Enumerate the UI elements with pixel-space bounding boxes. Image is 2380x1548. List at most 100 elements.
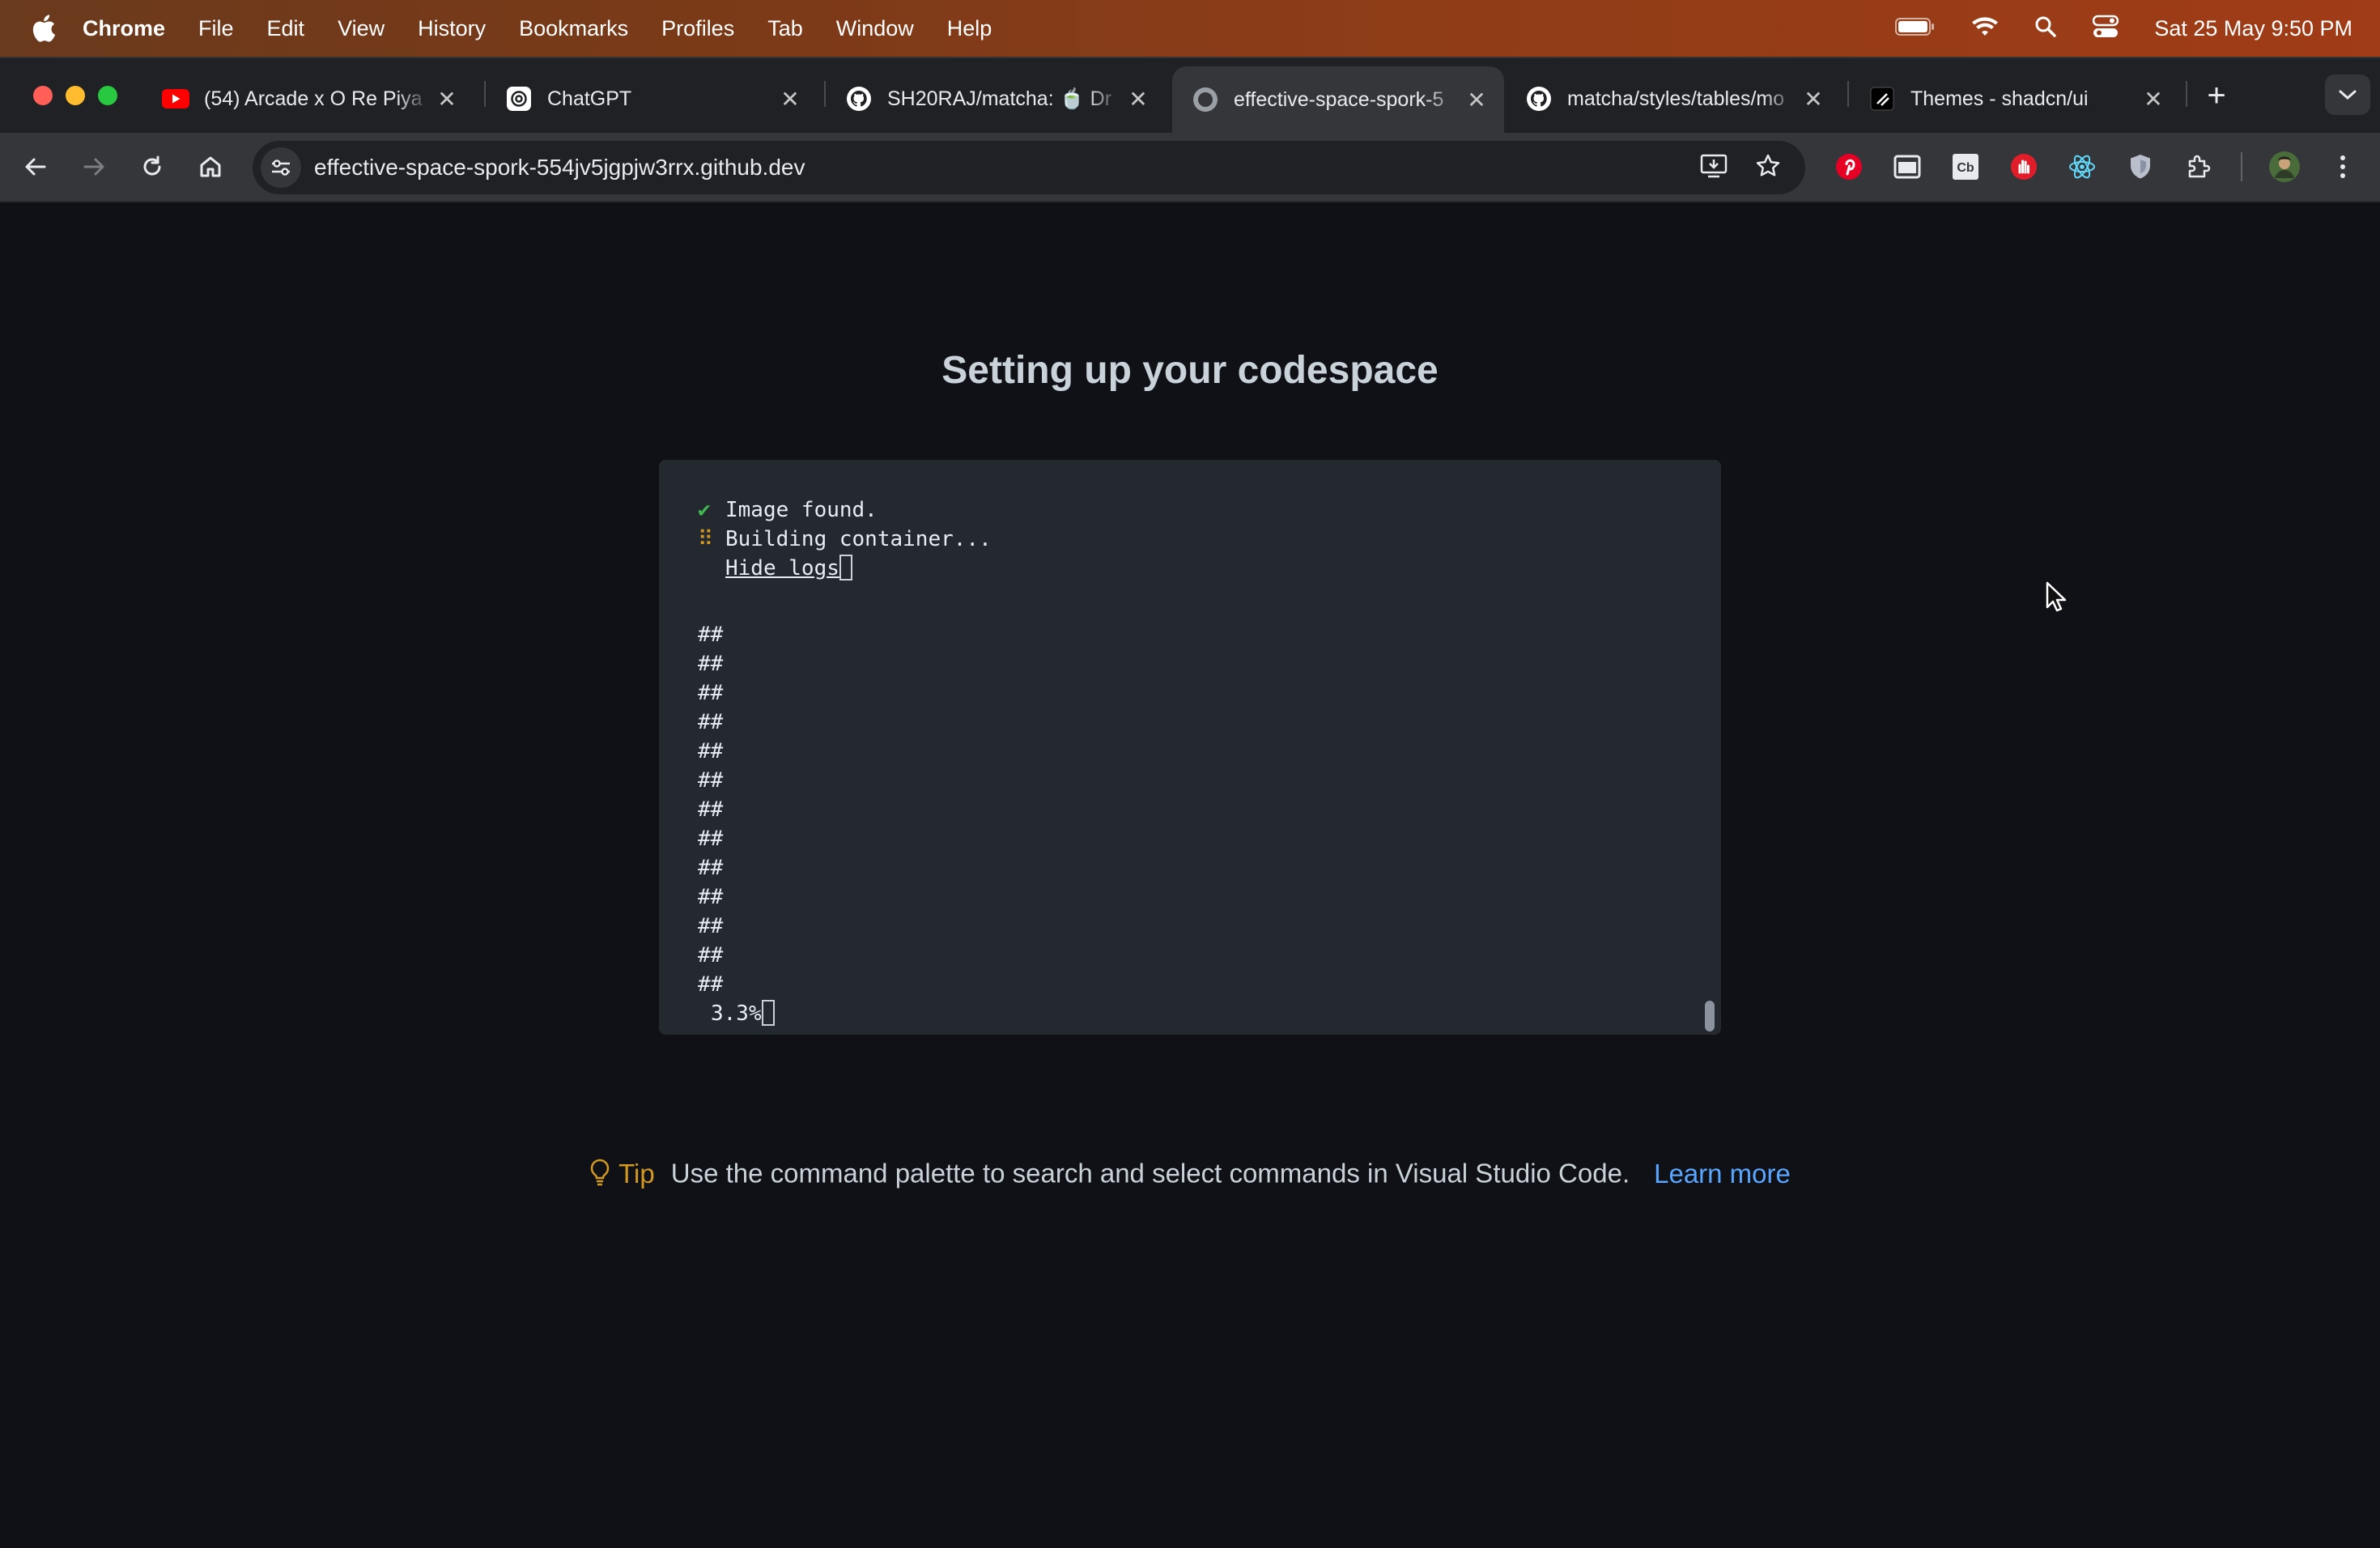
lightbulb-icon bbox=[589, 1158, 610, 1193]
tab-github-matcha-styles[interactable]: matcha/styles/tables/mo ✕ bbox=[1506, 70, 1841, 128]
menu-edit[interactable]: Edit bbox=[267, 16, 305, 41]
log-line-hash: ## bbox=[698, 943, 724, 968]
react-devtools-icon[interactable] bbox=[2061, 146, 2103, 188]
shield-extension-icon[interactable] bbox=[2119, 146, 2161, 188]
log-line-hash: ## bbox=[698, 710, 724, 734]
log-line-hash: ## bbox=[698, 681, 724, 705]
log-line-hash: ## bbox=[698, 739, 724, 763]
shadcn-icon bbox=[1868, 85, 1896, 113]
svg-text:Cb: Cb bbox=[1957, 161, 1974, 175]
mouse-cursor-icon bbox=[2045, 581, 2068, 618]
log-line-building: ⠿ Building container... bbox=[698, 525, 992, 554]
log-line-hash: ## bbox=[698, 827, 724, 851]
menu-window[interactable]: Window bbox=[836, 16, 914, 41]
cb-extension-icon[interactable]: Cb bbox=[1944, 146, 1987, 188]
tab-close-icon[interactable]: ✕ bbox=[431, 83, 463, 115]
external-box-icon bbox=[839, 554, 852, 580]
log-line-hash: ## bbox=[698, 885, 724, 909]
bookmark-star-icon[interactable] bbox=[1755, 153, 1781, 183]
tip-text: Use the command palette to search and se… bbox=[670, 1158, 1630, 1189]
apple-logo-icon[interactable] bbox=[28, 12, 60, 45]
log-line-hide-logs: Hide logs bbox=[698, 554, 852, 583]
github-icon bbox=[1192, 86, 1219, 113]
menu-view[interactable]: View bbox=[338, 16, 385, 41]
forward-arrow-icon[interactable] bbox=[73, 146, 115, 188]
tab-title: ChatGPT bbox=[547, 87, 632, 110]
tab-youtube[interactable]: (54) Arcade x O Re Piya ✕ bbox=[142, 70, 474, 128]
hand-extension-icon[interactable] bbox=[2003, 146, 2045, 188]
tab-title: effective-space-spork-5 bbox=[1234, 87, 1444, 111]
install-app-icon[interactable] bbox=[1700, 153, 1728, 183]
url-text[interactable]: effective-space-spork-554jv5jgpjw3rrx.gi… bbox=[314, 155, 805, 181]
learn-more-link[interactable]: Learn more bbox=[1654, 1159, 1791, 1189]
checkmark-icon: ✔ bbox=[698, 498, 711, 522]
spinner-icon: ⠿ bbox=[698, 527, 714, 551]
tab-close-icon[interactable]: ✕ bbox=[774, 83, 806, 115]
menu-file[interactable]: File bbox=[198, 16, 234, 41]
tab-close-icon[interactable]: ✕ bbox=[1797, 83, 1830, 115]
address-bar[interactable]: effective-space-spork-554jv5jgpjw3rrx.gi… bbox=[253, 141, 1805, 194]
log-text: Building container... bbox=[725, 527, 992, 551]
hide-logs-link[interactable]: Hide logs bbox=[725, 556, 839, 580]
control-center-icon[interactable] bbox=[2093, 15, 2119, 43]
battery-icon[interactable] bbox=[1895, 17, 1936, 40]
terminal-scrollbar[interactable] bbox=[1705, 1001, 1715, 1031]
tab-title: SH20RAJ/matcha: 🍵 Dr bbox=[887, 87, 1112, 110]
tab-codespace-active[interactable]: effective-space-spork-5 ✕ bbox=[1172, 66, 1504, 133]
pinterest-extension-icon[interactable] bbox=[1828, 146, 1870, 188]
log-line-progress: 3.3% bbox=[711, 999, 775, 1028]
menu-history[interactable]: History bbox=[418, 16, 486, 41]
page-title: Setting up your codespace bbox=[941, 349, 1439, 392]
menu-tab[interactable]: Tab bbox=[767, 16, 803, 41]
tab-separator bbox=[2186, 81, 2187, 107]
github-icon bbox=[1525, 85, 1553, 113]
tab-shadcn-themes[interactable]: Themes - shadcn/ui ✕ bbox=[1849, 70, 2181, 128]
tab-search-chevron-icon[interactable] bbox=[2325, 74, 2370, 115]
youtube-icon bbox=[162, 85, 189, 113]
extensions-puzzle-icon[interactable] bbox=[2178, 146, 2220, 188]
menu-help[interactable]: Help bbox=[947, 16, 992, 41]
window-close-button[interactable] bbox=[33, 86, 53, 105]
menubar-clock[interactable]: Sat 25 May 9:50 PM bbox=[2154, 16, 2352, 41]
window-zoom-button[interactable] bbox=[98, 86, 117, 105]
spotlight-search-icon[interactable] bbox=[2034, 15, 2057, 42]
log-line-hash: ## bbox=[698, 623, 724, 647]
menu-bookmarks[interactable]: Bookmarks bbox=[519, 16, 628, 41]
log-line-hash: ## bbox=[698, 768, 724, 793]
tab-chatgpt[interactable]: ChatGPT ✕ bbox=[486, 70, 818, 128]
menu-app-chrome[interactable]: Chrome bbox=[83, 16, 165, 41]
toolbar-separator bbox=[2241, 152, 2242, 181]
chatgpt-icon bbox=[505, 85, 533, 113]
tab-close-icon[interactable]: ✕ bbox=[1460, 83, 1493, 116]
tab-close-icon[interactable]: ✕ bbox=[1122, 83, 1154, 115]
site-settings-icon[interactable] bbox=[261, 147, 301, 188]
progress-text: 3.3% bbox=[711, 1002, 762, 1026]
macos-menu-bar: Chrome File Edit View History Bookmarks … bbox=[0, 0, 2380, 57]
github-icon bbox=[845, 85, 873, 113]
chrome-menu-kebab-icon[interactable] bbox=[2322, 146, 2364, 188]
home-icon[interactable] bbox=[189, 146, 232, 188]
reload-icon[interactable] bbox=[131, 146, 173, 188]
log-text: Image found. bbox=[725, 498, 878, 522]
tip-banner: Tip Use the command palette to search and… bbox=[0, 1158, 2380, 1193]
new-tab-plus-icon[interactable]: + bbox=[2199, 78, 2234, 113]
log-line-hash: ## bbox=[698, 797, 724, 822]
tab-close-icon[interactable]: ✕ bbox=[2137, 83, 2170, 115]
wifi-icon[interactable] bbox=[1971, 16, 1999, 41]
window-minimize-button[interactable] bbox=[66, 86, 85, 105]
log-line-hash: ## bbox=[698, 972, 724, 997]
picture-in-picture-extension-icon[interactable] bbox=[1886, 146, 1928, 188]
back-arrow-icon[interactable] bbox=[15, 146, 57, 188]
tab-github-matcha[interactable]: SH20RAJ/matcha: 🍵 Dr ✕ bbox=[826, 70, 1166, 128]
tip-label: Tip bbox=[618, 1158, 655, 1189]
terminal-cursor bbox=[761, 999, 775, 1026]
tab-title: (54) Arcade x O Re Piya bbox=[204, 87, 423, 110]
log-line-hash: ## bbox=[698, 856, 724, 880]
tab-title: Themes - shadcn/ui bbox=[1910, 87, 2089, 110]
tab-title: matcha/styles/tables/mo bbox=[1567, 87, 1785, 110]
log-line-image-found: ✔ Image found. bbox=[698, 495, 878, 525]
log-line-hash: ## bbox=[698, 652, 724, 676]
build-log-terminal[interactable]: ✔ Image found. ⠿ Building container... Hid… bbox=[659, 460, 1721, 1035]
profile-avatar[interactable] bbox=[2263, 146, 2306, 188]
menu-profiles[interactable]: Profiles bbox=[661, 16, 734, 41]
